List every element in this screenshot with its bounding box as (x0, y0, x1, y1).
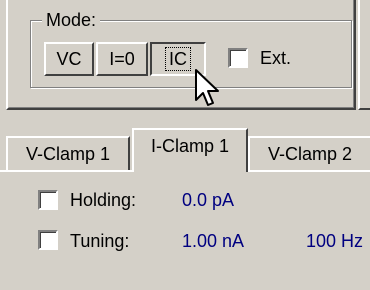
tuning-frequency-value[interactable]: 100 Hz (306, 229, 363, 253)
tuning-checkbox[interactable] (38, 230, 58, 250)
tab-v-clamp-2-label: V-Clamp 2 (267, 143, 353, 164)
arrow-cursor-icon (195, 69, 219, 106)
tab-v-clamp-1[interactable]: V-Clamp 1 (6, 136, 130, 170)
tab-v-clamp-1-label: V-Clamp 1 (25, 143, 111, 164)
tab-i-clamp-1[interactable]: I-Clamp 1 (132, 128, 248, 172)
holding-checkbox[interactable] (38, 190, 58, 210)
ext-checkbox[interactable] (228, 48, 248, 68)
tab-i-clamp-1-label: I-Clamp 1 (150, 136, 230, 156)
holding-label: Holding: (70, 190, 137, 210)
vc-mode-button[interactable]: VC (44, 42, 94, 76)
adjacent-panel (358, 0, 370, 110)
tuning-label: Tuning: (70, 231, 130, 251)
ext-checkbox-label: Ext. (260, 48, 292, 68)
vc-mode-button-label: VC (56, 48, 82, 69)
tab-v-clamp-2[interactable]: V-Clamp 2 (248, 136, 370, 170)
mode-group-label: Mode: (42, 8, 101, 32)
i0-mode-button-label: I=0 (109, 48, 135, 69)
holding-value[interactable]: 0.0 pA (182, 188, 234, 212)
tuning-amplitude-value[interactable]: 1.00 nA (182, 229, 244, 253)
i0-mode-button[interactable]: I=0 (96, 42, 148, 76)
ic-mode-button-label: IC (165, 47, 191, 71)
